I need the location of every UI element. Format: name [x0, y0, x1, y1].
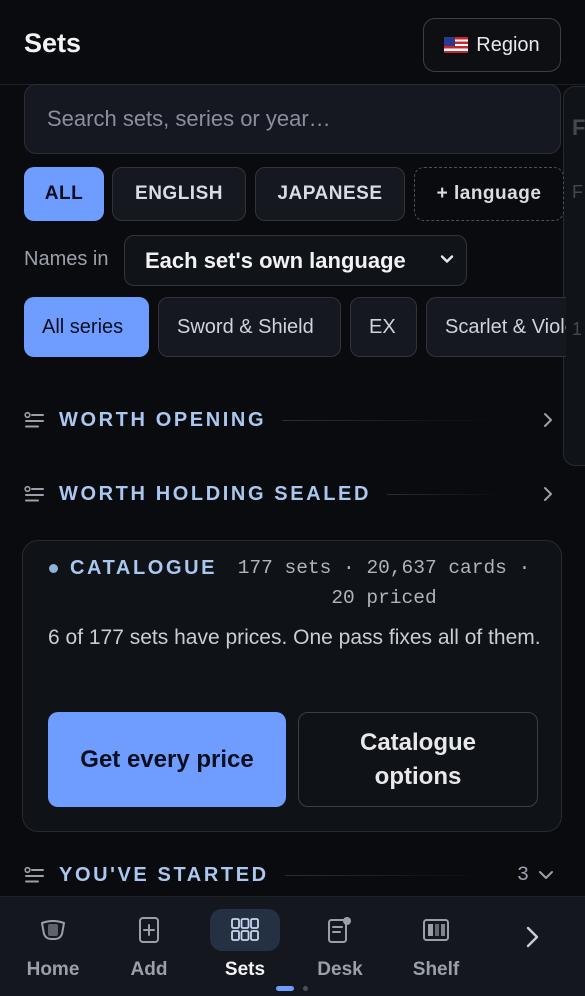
peek-text: F — [572, 115, 585, 140]
names-in-label: Names in — [24, 248, 109, 270]
side-panel-peek[interactable]: F F 1 — [563, 86, 585, 466]
status-dot-icon — [49, 564, 58, 573]
series-chip-scarlet-violet[interactable]: Scarlet & Violet — [426, 297, 566, 357]
chevron-down-icon — [440, 255, 454, 263]
nav-home[interactable]: Home — [8, 897, 98, 981]
region-label: Region — [476, 33, 540, 56]
catalogue-title: CATALOGUE — [70, 557, 218, 579]
series-chip-ex[interactable]: EX — [350, 297, 417, 357]
nav-label: Add — [130, 959, 168, 980]
home-icon — [18, 909, 88, 951]
divider — [282, 419, 501, 421]
section-title: WORTH HOLDING SEALED — [59, 482, 371, 505]
desk-icon — [305, 909, 375, 951]
catalogue-options-button[interactable]: Catalogue options — [298, 712, 538, 807]
language-chip-english[interactable]: ENGLISH — [112, 167, 246, 221]
add-language-chip[interactable]: + language — [414, 167, 564, 221]
region-button[interactable]: Region — [423, 18, 561, 72]
chevron-right-icon — [544, 487, 552, 501]
nav-label: Shelf — [412, 959, 460, 980]
catalogue-stats-line: 20 priced — [331, 587, 437, 609]
list-icon — [24, 485, 44, 502]
chevron-right-icon — [544, 413, 552, 427]
language-chip-japanese[interactable]: JAPANESE — [255, 167, 405, 221]
nav-label: Desk — [317, 959, 363, 980]
peek-text: 1 — [572, 319, 583, 339]
bottom-nav: Home Add Sets Desk Shelf — [0, 896, 585, 996]
series-chip-all[interactable]: All series — [24, 297, 149, 357]
section-title: WORTH OPENING — [59, 408, 267, 431]
app-header: Sets Region — [0, 0, 585, 85]
series-chip-sword-shield[interactable]: Sword & Shield — [158, 297, 341, 357]
catalogue-stats: 177 sets · 20,637 cards · 20 priced — [219, 553, 549, 613]
nav-sets[interactable]: Sets — [200, 897, 290, 981]
shelf-icon — [401, 909, 471, 951]
list-icon — [24, 866, 44, 883]
section-youve-started[interactable]: YOU'VE STARTED 3 — [24, 855, 561, 895]
nav-add[interactable]: Add — [104, 897, 194, 981]
divider — [387, 493, 501, 495]
nav-shelf[interactable]: Shelf — [391, 897, 481, 981]
nav-label: Sets — [224, 959, 266, 980]
grid-icon — [210, 909, 280, 951]
nav-label: Home — [26, 959, 80, 980]
search-input[interactable]: Search sets, series or year… — [24, 84, 561, 154]
section-worth-holding-sealed[interactable]: WORTH HOLDING SEALED — [24, 474, 561, 514]
peek-text: F — [572, 182, 583, 202]
catalogue-card: CATALOGUE 177 sets · 20,637 cards · 20 p… — [22, 540, 562, 832]
page-indicator-active — [276, 986, 294, 991]
page-indicator-dot — [303, 986, 308, 991]
divider — [284, 874, 491, 876]
get-every-price-button[interactable]: Get every price — [48, 712, 286, 807]
catalogue-description: 6 of 177 sets have prices. One pass fixe… — [48, 626, 541, 649]
section-count: 3 — [516, 863, 529, 887]
page-title: Sets — [24, 28, 82, 58]
catalogue-stats-line: 177 sets · 20,637 cards · — [237, 557, 531, 579]
names-language-select[interactable]: Each set's own language — [124, 235, 467, 286]
language-chip-all[interactable]: ALL — [24, 167, 104, 221]
names-language-value: Each set's own language — [145, 247, 406, 273]
add-card-icon — [114, 909, 184, 951]
section-title: YOU'VE STARTED — [59, 863, 269, 886]
chevron-right-icon[interactable] — [518, 923, 546, 951]
list-icon — [24, 411, 44, 428]
us-flag-icon — [444, 37, 469, 53]
section-worth-opening[interactable]: WORTH OPENING — [24, 400, 561, 440]
search-placeholder: Search sets, series or year… — [47, 106, 331, 131]
chevron-down-icon — [539, 871, 553, 879]
nav-desk[interactable]: Desk — [295, 897, 385, 981]
